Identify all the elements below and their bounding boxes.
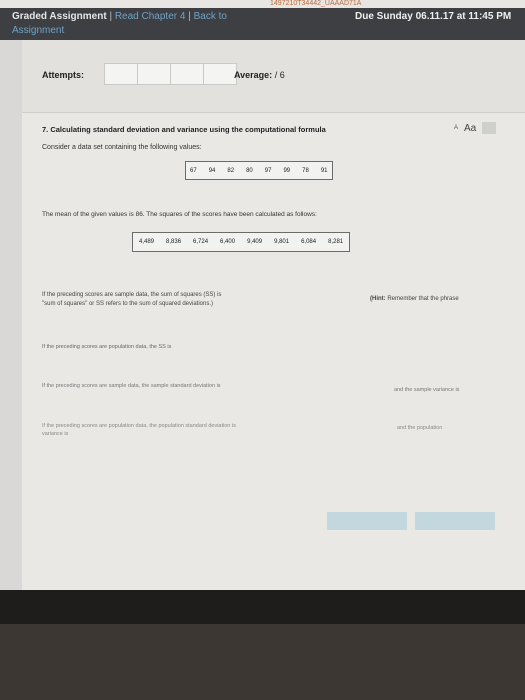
attempt-box-1 [104,63,138,85]
font-large-icon[interactable]: Aa [464,123,476,134]
data-values-box: 67 94 82 80 97 99 78 91 [185,161,333,180]
population-ss-prompt: If the preceding scores are population d… [42,344,172,350]
average-value: / 6 [274,70,285,80]
due-date: Due Sunday 06.11.17 at 11:45 PM [355,11,512,22]
sample-ss-note: "sum of squares" or SS refers to the sum… [42,301,214,307]
header-separator-2: | [188,11,191,22]
laptop-bezel [0,624,525,700]
font-size-toggle[interactable] [482,122,497,134]
hint-label: (Hint: [370,296,386,302]
data-value: 91 [320,167,328,174]
data-value: 78 [302,167,309,174]
mean-statement: The mean of the given values is 86. The … [42,211,317,218]
square-value: 9,409 [247,239,263,245]
sample-ss-prompt: If the preceding scores are sample data,… [42,292,222,298]
average-label-text: Average: [234,70,273,80]
population-sd-prompt: If the preceding scores are population d… [42,423,236,429]
attempts-bar: Attempts: Average: / 6 [22,40,525,113]
squares-values-box: 4,489 8,836 6,724 6,400 9,409 9,801 6,08… [132,232,351,252]
header-separator: | [109,11,113,22]
sample-variance-prompt: and the sample variance is [394,387,460,393]
population-variance-prompt: and the population [397,425,443,431]
square-value: 8,836 [166,239,182,245]
question-intro: Consider a data set containing the follo… [42,144,202,151]
data-value: 97 [264,167,272,174]
assignment-header: Graded Assignment | Read Chapter 4 | Bac… [0,8,525,40]
data-value: 80 [246,167,253,174]
hint-body: Remember that the phrase [385,296,459,302]
action-buttons [327,512,495,530]
question-title: 7. Calculating standard deviation and va… [42,125,326,134]
font-small-icon[interactable]: A [454,125,458,131]
data-value: 67 [190,167,197,174]
graded-assignment-title: Graded Assignment [12,11,107,22]
header-title-row: Graded Assignment | Read Chapter 4 | Bac… [12,11,227,22]
square-value: 8,281 [328,239,344,245]
browser-address-strip: 1497210T34442_UAAAD71A [0,0,525,8]
attempt-box-4 [203,63,237,85]
data-value: 99 [283,167,291,174]
attempt-box-2 [137,63,171,85]
sample-sd-prompt: If the preceding scores are sample data,… [42,383,221,389]
square-value: 4,489 [139,239,155,245]
data-value: 94 [208,167,216,174]
screen: 1497210T34442_UAAAD71A Graded Assignment… [0,0,525,590]
url-fragment[interactable]: 1497210T34442_UAAAD71A [270,0,361,8]
average-label: Average: / 6 [234,70,285,80]
square-value: 6,084 [301,239,317,245]
attempt-boxes [104,63,237,85]
grade-it-button[interactable] [327,512,407,530]
data-value: 82 [227,167,235,174]
question-panel: Attempts: Average: / 6 7. Calculating st… [22,40,525,590]
attempts-label: Attempts: [42,70,84,80]
back-to-link[interactable]: Back to [194,11,227,22]
font-size-control[interactable]: A Aa [454,122,497,134]
attempt-box-3 [170,63,204,85]
read-chapter-link[interactable]: Read Chapter 4 [115,11,186,22]
square-value: 6,724 [193,239,209,245]
save-continue-button[interactable] [415,512,495,530]
square-value: 6,400 [220,239,236,245]
back-to-assignment-link[interactable]: Assignment [12,25,64,36]
hint-text: (Hint: Remember that the phrase [370,296,459,302]
square-value: 9,801 [274,239,290,245]
population-variance-tail: variance is [42,431,69,437]
